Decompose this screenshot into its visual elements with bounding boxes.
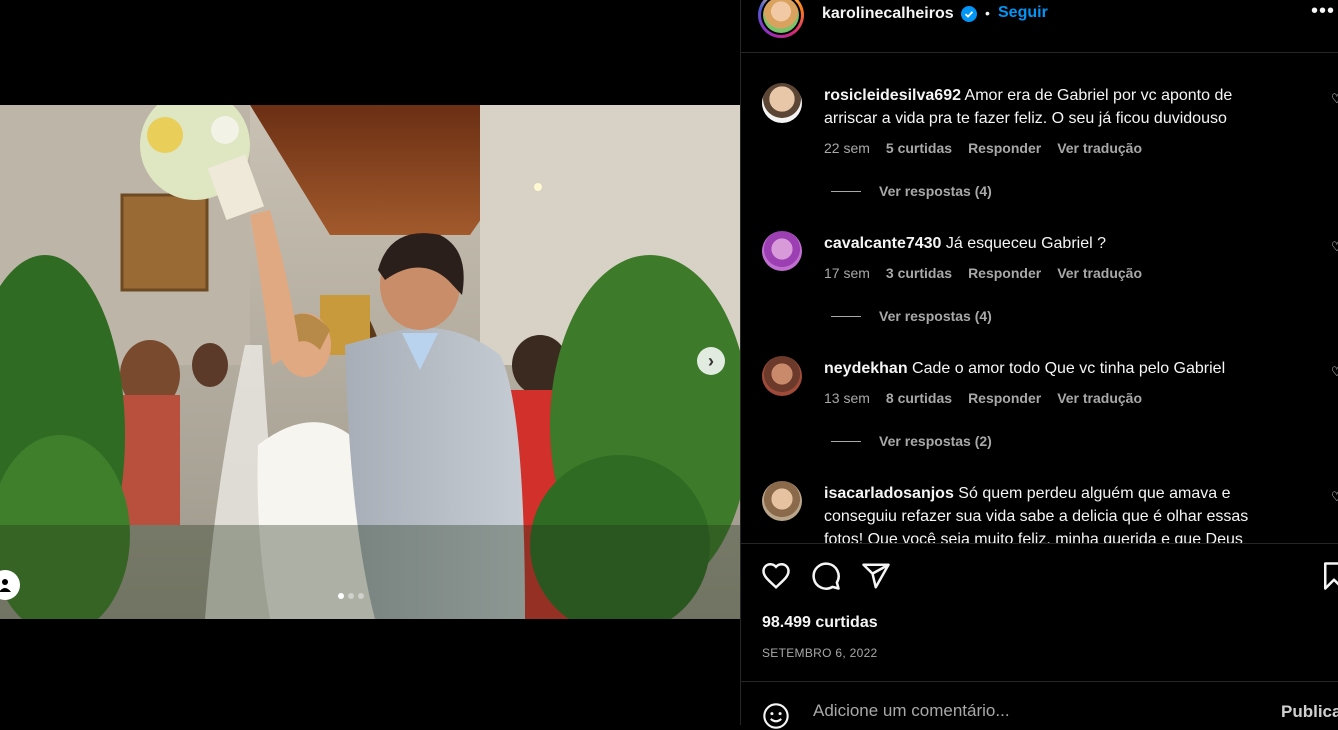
like-heart-icon[interactable]: [761, 561, 791, 591]
replies-divider: [831, 190, 861, 192]
comment-translate-button[interactable]: Ver tradução: [1057, 140, 1142, 156]
comment-input[interactable]: [811, 700, 1235, 722]
comment-likes[interactable]: 8 curtidas: [886, 390, 952, 406]
view-replies-label: Ver respostas (4): [879, 308, 992, 324]
author-avatar[interactable]: [758, 0, 804, 38]
post-media-area: ›: [0, 0, 740, 725]
view-replies-button[interactable]: Ver respostas (2): [831, 433, 992, 449]
comment-avatar[interactable]: [762, 83, 802, 123]
comment-reply-button[interactable]: Responder: [968, 265, 1041, 281]
comment-text: Cade o amor todo Que vc tinha pelo Gabri…: [912, 360, 1226, 377]
header-separator: •: [985, 5, 990, 21]
comment-body: rosicleidesilva692 Amor era de Gabriel p…: [824, 84, 1284, 130]
post-actions-section: 98.499 curtidas SETEMBRO 6, 2022 Publica…: [741, 543, 1338, 730]
view-replies-label: Ver respostas (2): [879, 433, 992, 449]
comment-meta: 13 sem 8 curtidas Responder Ver tradução: [824, 390, 1142, 406]
comment-avatar[interactable]: [762, 231, 802, 271]
comment-meta: 22 sem 5 curtidas Responder Ver tradução: [824, 140, 1142, 156]
replies-divider: [831, 315, 861, 317]
author-username[interactable]: karolinecalheiros: [822, 5, 954, 23]
comment-time[interactable]: 13 sem: [824, 390, 870, 406]
comment-translate-button[interactable]: Ver tradução: [1057, 265, 1142, 281]
comment-time[interactable]: 22 sem: [824, 140, 870, 156]
wedding-photo-illustration: [0, 105, 740, 619]
carousel-next-button[interactable]: ›: [697, 347, 725, 375]
follow-button[interactable]: Seguir: [998, 4, 1048, 22]
comment-body: neydekhan Cade o amor todo Que vc tinha …: [824, 357, 1284, 380]
carousel-dot-2: [348, 593, 354, 599]
comment-like-icon[interactable]: ♡: [1331, 91, 1338, 107]
person-icon: [0, 579, 11, 592]
comment-likes[interactable]: 3 curtidas: [886, 265, 952, 281]
comment-time[interactable]: 17 sem: [824, 265, 870, 281]
comments-list[interactable]: rosicleidesilva692 Amor era de Gabriel p…: [741, 53, 1338, 543]
more-options-icon[interactable]: •••: [1311, 0, 1335, 23]
comment-text: Já esqueceu Gabriel ?: [945, 235, 1106, 252]
emoji-icon[interactable]: [762, 702, 790, 730]
comment-like-icon[interactable]: ♡: [1331, 239, 1338, 255]
comment-meta: 17 sem 3 curtidas Responder Ver tradução: [824, 265, 1142, 281]
comment-bubble-icon[interactable]: [811, 561, 841, 591]
carousel-indicator: [338, 593, 364, 599]
view-replies-button[interactable]: Ver respostas (4): [831, 183, 992, 199]
verified-badge-icon: [961, 6, 977, 22]
comment-body: cavalcante7430 Já esqueceu Gabriel ?: [824, 232, 1284, 255]
comment-like-icon[interactable]: ♡: [1331, 364, 1338, 380]
post-details-panel: karolinecalheiros • Seguir ••• rosicleid…: [740, 0, 1338, 730]
view-replies-label: Ver respostas (4): [879, 183, 992, 199]
comment-username[interactable]: isacarladosanjos: [824, 485, 954, 502]
comment-avatar[interactable]: [762, 481, 802, 521]
comment-translate-button[interactable]: Ver tradução: [1057, 390, 1142, 406]
comment-body: isacarladosanjos Só quem perdeu alguém q…: [824, 482, 1284, 543]
chevron-right-icon: ›: [708, 350, 714, 371]
carousel-dot-3: [358, 593, 364, 599]
comment-avatar[interactable]: [762, 356, 802, 396]
replies-divider: [831, 440, 861, 442]
carousel-dot-1: [338, 593, 344, 599]
comment-likes[interactable]: 5 curtidas: [886, 140, 952, 156]
comment-like-icon[interactable]: ♡: [1331, 489, 1338, 505]
post-header: karolinecalheiros • Seguir •••: [741, 0, 1338, 53]
wedding-photo[interactable]: [0, 105, 740, 619]
post-date: SETEMBRO 6, 2022: [762, 646, 878, 660]
comment-reply-button[interactable]: Responder: [968, 390, 1041, 406]
add-comment-bar: Publicar: [741, 681, 1338, 730]
publish-button[interactable]: Publicar: [1281, 702, 1338, 722]
save-bookmark-icon[interactable]: [1319, 561, 1338, 591]
comment-username[interactable]: cavalcante7430: [824, 235, 941, 252]
likes-count[interactable]: 98.499 curtidas: [762, 614, 878, 632]
comment-username[interactable]: rosicleidesilva692: [824, 87, 961, 104]
comment-reply-button[interactable]: Responder: [968, 140, 1041, 156]
comment-username[interactable]: neydekhan: [824, 360, 908, 377]
share-paper-plane-icon[interactable]: [861, 561, 891, 591]
view-replies-button[interactable]: Ver respostas (4): [831, 308, 992, 324]
